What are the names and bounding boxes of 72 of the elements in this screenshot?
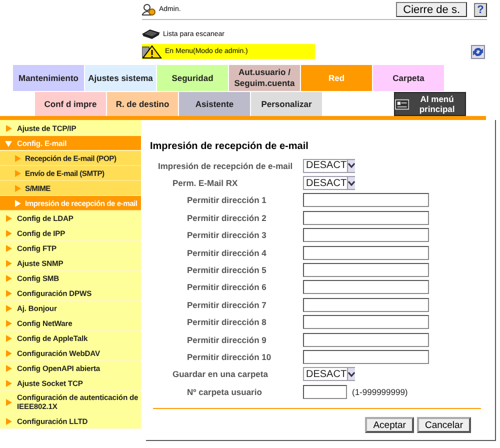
caret-right-icon xyxy=(5,230,12,236)
field-label: Permitir dirección 8 xyxy=(187,317,266,328)
nav-tab[interactable]: Conf d impre xyxy=(35,92,106,116)
input-field[interactable] xyxy=(303,263,429,278)
input-field[interactable] xyxy=(303,298,429,312)
input-field[interactable] xyxy=(303,210,429,225)
field-label: Permitir dirección 3 xyxy=(187,230,266,240)
field-label: Perm. E-Mail RX xyxy=(172,178,238,188)
field-label: Permitir dirección 4 xyxy=(187,248,266,258)
caret-right-icon xyxy=(14,154,21,162)
dropdown[interactable]: DESACT xyxy=(303,176,355,190)
caret-right-icon xyxy=(5,398,12,406)
field-label: Permitir dirección 9 xyxy=(187,334,266,345)
caret-right-icon xyxy=(5,364,12,372)
nav-tab[interactable]: Ajustes sistema xyxy=(85,65,156,91)
form-title: Impresión de recepción de e-mail xyxy=(150,141,310,152)
admin-user-icon xyxy=(142,4,156,16)
caret-right-icon xyxy=(14,184,21,192)
field-label: Permitir dirección 5 xyxy=(187,265,266,276)
scanner-icon xyxy=(142,29,160,39)
field-label: Permitir dirección 6 xyxy=(187,282,266,292)
caret-right-icon xyxy=(5,244,12,252)
help-button[interactable]: ? xyxy=(474,2,487,16)
caret-right-icon xyxy=(5,380,12,386)
main-menu-button[interactable]: Al menú principal xyxy=(394,92,466,116)
nav-tab[interactable]: R. de destino xyxy=(107,92,178,116)
field-label: Permitir dirección 2 xyxy=(187,212,266,223)
field-label: Permitir dirección 10 xyxy=(187,352,272,362)
nav-tab[interactable]: Seguridad xyxy=(157,65,228,91)
caret-down-icon xyxy=(5,140,12,146)
caret-right-icon xyxy=(5,350,12,356)
input-field[interactable] xyxy=(303,332,429,347)
nav-tab[interactable]: Aut.usuario / Seguim.cuenta xyxy=(229,65,300,91)
input-field[interactable] xyxy=(303,384,347,399)
accept-button[interactable]: Aceptar xyxy=(365,417,414,434)
cancel-button[interactable]: Cancelar xyxy=(416,417,471,434)
caret-right-icon xyxy=(5,320,12,326)
input-field[interactable] xyxy=(303,350,429,364)
caret-right-icon xyxy=(5,334,12,342)
input-field[interactable] xyxy=(303,246,429,260)
dropdown[interactable]: DESACT xyxy=(303,367,355,382)
caret-right-icon xyxy=(5,290,12,296)
caret-down-icon xyxy=(348,372,355,377)
field-label: Permitir dirección 1 xyxy=(187,195,266,206)
caret-right-icon xyxy=(5,304,12,312)
caret-right-icon xyxy=(14,200,21,206)
field-label: Guardar en una carpeta xyxy=(172,369,268,380)
nav-tab[interactable]: Carpeta xyxy=(373,65,444,91)
range-hint: (1-999999999) xyxy=(352,386,408,397)
screen-icon xyxy=(395,98,410,110)
caret-right-icon xyxy=(14,170,21,176)
input-field[interactable] xyxy=(303,228,429,242)
refresh-icon[interactable] xyxy=(471,44,485,58)
input-field[interactable] xyxy=(303,315,429,330)
nav-tab[interactable]: Personalizar xyxy=(251,92,322,116)
logout-button[interactable]: Cierre de s. xyxy=(396,2,467,17)
field-label: Impresión de recepción de e-mail xyxy=(158,160,293,171)
nav-tab[interactable]: Asistente xyxy=(179,92,250,116)
caret-right-icon xyxy=(5,214,12,222)
field-label: Nº carpeta usuario xyxy=(187,386,262,397)
input-field[interactable] xyxy=(303,280,429,294)
caret-right-icon xyxy=(5,418,12,424)
caret-right-icon xyxy=(5,124,12,132)
nav-tab[interactable]: Mantenimiento xyxy=(13,65,84,91)
field-label: Permitir dirección 7 xyxy=(187,300,266,310)
caret-right-icon xyxy=(5,260,12,266)
dropdown[interactable]: DESACT xyxy=(303,158,355,173)
input-field[interactable] xyxy=(303,193,429,208)
caret-down-icon xyxy=(348,163,355,168)
warning-icon xyxy=(142,44,162,58)
caret-down-icon xyxy=(348,180,355,186)
caret-right-icon xyxy=(5,274,12,282)
